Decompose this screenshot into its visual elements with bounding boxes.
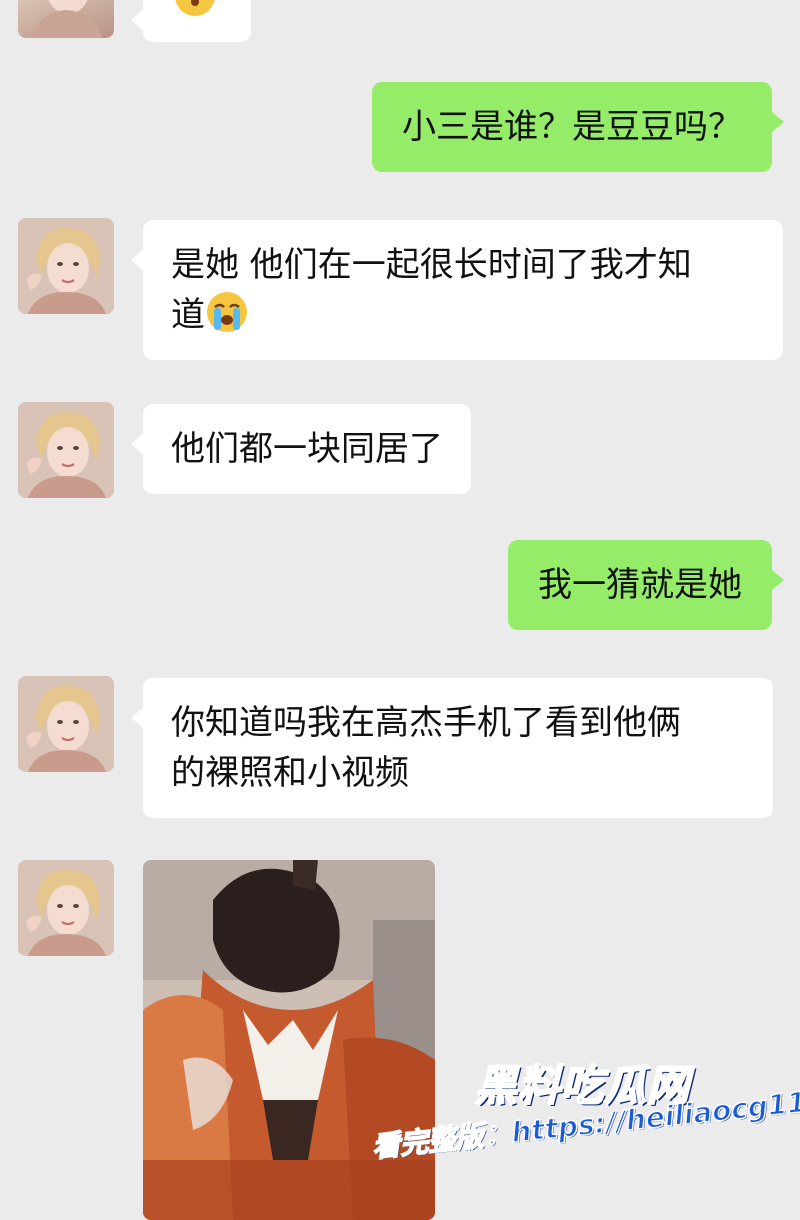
contact-avatar[interactable] [18,0,114,38]
message-text: 他们都一块同居了 [171,429,443,469]
portrait-image [18,860,114,956]
message-bubble-emoji[interactable] [131,0,251,42]
portrait-image [32,0,102,38]
crying-face-icon [205,290,249,334]
message-image-attachment[interactable] [143,860,435,1220]
watermark-brand: 黑料吃瓜网 [474,1060,691,1111]
message-text-line1: 是她 他们在一起很长时间了我才知 [171,245,692,285]
blurred-photo-image [143,860,435,1220]
message-text-line2-wrap: 道 [171,290,755,340]
message-text: 小三是谁？是豆豆吗？ [402,107,742,147]
contact-avatar[interactable] [18,218,114,314]
message-text-line2: 道 [171,295,205,335]
message-bubble-incoming[interactable]: 是她 他们在一起很长时间了我才知 道 [131,220,783,360]
portrait-image [18,676,114,772]
message-text: 我一猜就是她 [538,565,742,605]
message-bubble-outgoing[interactable]: 小三是谁？是豆豆吗？ [372,82,784,172]
contact-avatar[interactable] [18,676,114,772]
emoji-face-icon [173,0,217,18]
message-text-line1: 你知道吗我在高杰手机了看到他俩 [171,703,681,743]
contact-avatar[interactable] [18,860,114,956]
message-bubble-outgoing[interactable]: 我一猜就是她 [508,540,784,630]
message-bubble-incoming[interactable]: 他们都一块同居了 [131,404,471,494]
portrait-image [18,218,114,314]
message-bubble-incoming[interactable]: 你知道吗我在高杰手机了看到他俩 的裸照和小视频 [131,678,773,818]
message-text-line2: 的裸照和小视频 [171,753,409,793]
contact-avatar[interactable] [18,402,114,498]
portrait-image [18,402,114,498]
